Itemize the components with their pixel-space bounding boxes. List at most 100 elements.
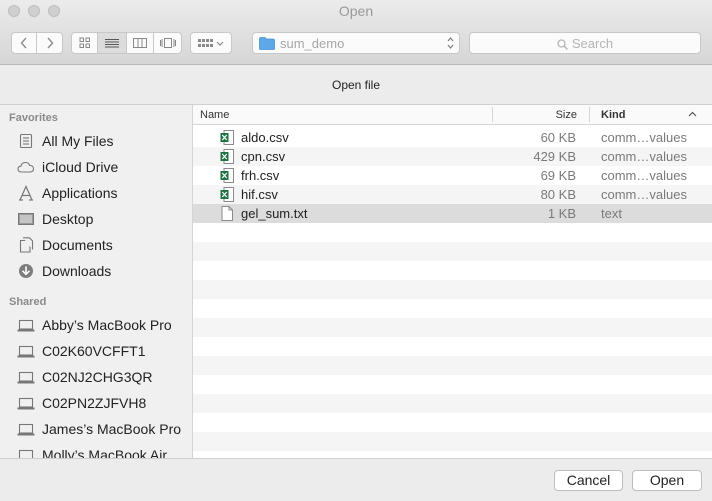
- sidebar-item-label: iCloud Drive: [42, 159, 119, 175]
- file-row[interactable]: aldo.csv 60 KB comm…values: [193, 128, 712, 147]
- file-row[interactable]: frh.csv 69 KB comm…values: [193, 166, 712, 185]
- message-bar: Open file: [0, 65, 712, 105]
- file-name: cpn.csv: [241, 149, 286, 164]
- sidebar-item-all-my-files[interactable]: All My Files: [0, 128, 192, 154]
- file-row-selected[interactable]: gel_sum.txt 1 KB text: [193, 204, 712, 223]
- sidebar-item-documents[interactable]: Documents: [0, 232, 192, 258]
- sort-ascending-icon: [688, 111, 697, 117]
- sidebar-item-shared-computer[interactable]: C02NJ2CHG3QR: [0, 364, 192, 390]
- file-size: 429 KB: [533, 149, 576, 164]
- file-size: 1 KB: [547, 206, 576, 221]
- sidebar-item-label: Desktop: [42, 211, 94, 227]
- file-name: gel_sum.txt: [241, 206, 308, 221]
- chevron-right-icon: [46, 37, 53, 49]
- file-name: hif.csv: [241, 187, 278, 202]
- file-kind: comm…values: [601, 130, 687, 145]
- search-placeholder: Search: [571, 36, 614, 51]
- sidebar-item-shared-computer[interactable]: James’s MacBook Pro: [0, 416, 192, 442]
- favorites-heading: Favorites: [9, 112, 58, 124]
- sidebar-item-icloud-drive[interactable]: iCloud Drive: [0, 154, 192, 180]
- title-bar: Open sum_demo Search: [0, 0, 712, 65]
- sidebar-item-label: Applications: [42, 185, 118, 201]
- laptop-icon: [18, 449, 34, 458]
- column-header-name[interactable]: Name: [200, 109, 229, 121]
- sidebar-item-label: James’s MacBook Pro: [42, 421, 182, 437]
- window-title: Open: [338, 3, 374, 19]
- sidebar-item-label: C02NJ2CHG3QR: [42, 369, 153, 385]
- empty-row: [193, 432, 712, 451]
- search-icon: [557, 39, 568, 50]
- laptop-icon: [17, 397, 35, 410]
- sidebar-item-shared-computer[interactable]: C02K60VCFFT1: [0, 338, 192, 364]
- location-popup[interactable]: sum_demo: [252, 32, 460, 54]
- cloud-icon: [17, 161, 35, 173]
- search-field[interactable]: Search: [469, 32, 701, 54]
- sidebar-item-downloads[interactable]: Downloads: [0, 258, 192, 284]
- file-kind: text: [601, 206, 622, 221]
- sidebar-item-label: C02K60VCFFT1: [42, 343, 146, 359]
- sidebar-item-shared-computer[interactable]: Molly’s MacBook Air: [0, 442, 192, 458]
- file-name: aldo.csv: [241, 130, 289, 145]
- sidebar-item-label: Abby’s MacBook Pro: [42, 317, 172, 333]
- text-file-icon: [221, 206, 233, 221]
- file-size: 60 KB: [540, 130, 576, 145]
- all-files-icon: [19, 133, 33, 149]
- column-view-button[interactable]: [127, 32, 154, 54]
- sidebar-item-label: Documents: [42, 237, 113, 253]
- sidebar-item-shared-computer[interactable]: C02PN2ZJFVH8: [0, 390, 192, 416]
- file-size: 69 KB: [540, 168, 576, 183]
- icon-view-button[interactable]: [71, 32, 98, 54]
- shared-heading: Shared: [9, 296, 47, 308]
- cover-flow-button[interactable]: [154, 32, 182, 54]
- file-name: frh.csv: [241, 168, 280, 183]
- dialog-message: Open file: [331, 78, 381, 92]
- file-kind: comm…values: [601, 149, 687, 164]
- file-kind: comm…values: [601, 168, 687, 183]
- excel-file-icon: [220, 130, 234, 145]
- laptop-icon: [17, 423, 35, 436]
- sidebar-item-shared-computer[interactable]: Abby’s MacBook Pro: [0, 312, 192, 338]
- excel-file-icon: [220, 149, 234, 164]
- list-view-button[interactable]: [98, 32, 127, 54]
- sidebar-item-applications[interactable]: Applications: [0, 180, 192, 206]
- chevron-left-icon: [20, 37, 27, 49]
- laptop-icon: [17, 319, 35, 332]
- back-button[interactable]: [11, 32, 37, 54]
- icon-grid-icon: [79, 37, 90, 48]
- forward-button[interactable]: [37, 32, 63, 54]
- file-row[interactable]: cpn.csv 429 KB comm…values: [193, 147, 712, 166]
- list-lines-icon: [105, 39, 119, 48]
- column-header-kind[interactable]: Kind: [601, 109, 625, 121]
- documents-icon: [19, 237, 34, 253]
- cover-flow-icon: [159, 38, 176, 48]
- empty-row: [193, 242, 712, 261]
- file-list-header: Name Size Kind: [193, 105, 712, 125]
- location-label: sum_demo: [280, 36, 345, 51]
- sidebar: Favorites All My Files iCloud Drive Appl…: [0, 105, 193, 458]
- excel-file-icon: [220, 168, 234, 183]
- cancel-button[interactable]: Cancel: [554, 470, 623, 491]
- arrange-grid-icon: [198, 39, 224, 47]
- empty-row: [193, 356, 712, 375]
- open-button[interactable]: Open: [632, 470, 702, 491]
- sidebar-item-label: C02PN2ZJFVH8: [42, 395, 147, 411]
- arrange-menu-button[interactable]: [190, 32, 232, 54]
- downloads-icon: [19, 264, 33, 278]
- columns-icon: [133, 38, 147, 48]
- file-list: Name Size Kind aldo.csv 60 KB comm…value…: [193, 105, 712, 458]
- up-down-chevron-icon: [447, 37, 454, 49]
- dialog-footer: Cancel Open: [0, 458, 712, 501]
- desktop-icon: [18, 213, 34, 225]
- excel-file-icon: [220, 187, 234, 202]
- empty-row: [193, 394, 712, 413]
- sidebar-item-label: Downloads: [42, 263, 112, 279]
- empty-row: [193, 318, 712, 337]
- column-divider[interactable]: [589, 107, 590, 122]
- sidebar-item-desktop[interactable]: Desktop: [0, 206, 192, 232]
- sidebar-item-label: Molly’s MacBook Air: [42, 447, 168, 458]
- folder-icon: [259, 37, 275, 50]
- laptop-icon: [17, 345, 35, 358]
- file-row[interactable]: hif.csv 80 KB comm…values: [193, 185, 712, 204]
- applications-icon: [19, 185, 33, 201]
- column-header-size[interactable]: Size: [493, 109, 577, 121]
